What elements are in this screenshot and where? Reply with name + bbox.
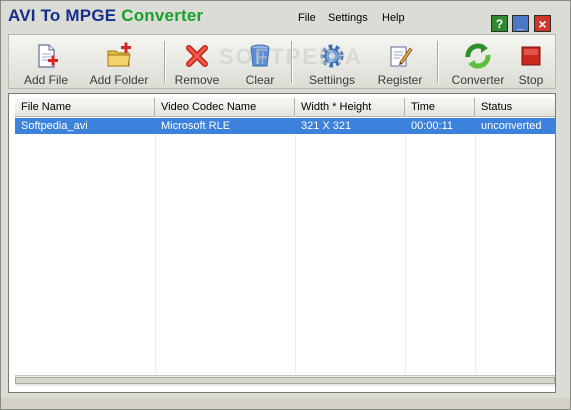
convert-icon (465, 43, 491, 69)
column-header-video-codec[interactable]: Video Codec Name (155, 98, 295, 116)
settings-label: Settiings (308, 73, 356, 87)
converter-button[interactable]: Converter (449, 35, 507, 88)
minimize-button[interactable]: _ (512, 15, 529, 32)
app-title-part1: AVI To MPGE (8, 6, 117, 25)
remove-icon (186, 45, 208, 67)
menu-file[interactable]: File (298, 12, 316, 24)
column-divider (405, 116, 406, 374)
add-file-icon (38, 44, 58, 68)
add-folder-label: Add Folder (89, 73, 149, 87)
stop-label: Stop (518, 73, 544, 87)
help-icon: ? (495, 16, 504, 31)
column-divider (475, 116, 476, 374)
column-divider (155, 116, 156, 374)
toolbar-separator (437, 41, 438, 83)
add-file-button[interactable]: Add File (21, 35, 71, 88)
add-file-label: Add File (23, 73, 69, 87)
register-label: Register (377, 73, 423, 87)
stop-button[interactable]: Stop (516, 35, 546, 88)
register-icon (390, 46, 413, 67)
toolbar-separator (164, 41, 165, 83)
column-divider (295, 116, 296, 374)
app-title: AVI To MPGE Converter (8, 6, 203, 26)
close-button[interactable]: × (534, 15, 551, 32)
cell-status: unconverted (481, 120, 542, 132)
register-button[interactable]: Register (374, 35, 426, 88)
stop-icon (521, 46, 541, 66)
horizontal-scrollbar[interactable] (15, 375, 555, 386)
table-row[interactable]: Softpedia_avi Microsoft RLE 321 X 321 00… (15, 118, 555, 134)
converter-label: Converter (451, 73, 505, 87)
file-list[interactable]: File Name Video Codec Name Width * Heigh… (8, 93, 556, 393)
add-folder-icon (107, 42, 131, 67)
close-icon: × (538, 15, 547, 32)
remove-button[interactable]: Remove (172, 35, 222, 88)
status-bar (1, 398, 570, 409)
cell-file-name: Softpedia_avi (21, 120, 88, 132)
watermark: SOFTPEDIA (219, 44, 363, 69)
scrollbar-thumb[interactable] (15, 377, 555, 384)
menu-help[interactable]: Help (382, 12, 405, 24)
column-header-status[interactable]: Status (475, 98, 555, 116)
add-folder-button[interactable]: Add Folder (84, 35, 154, 88)
cell-width-height: 321 X 321 (301, 120, 352, 132)
app-window: AVI To MPGE Converter File Settings Help… (0, 0, 571, 410)
clear-label: Clear (245, 73, 275, 87)
minimize-icon: _ (517, 16, 524, 31)
column-header-file-name[interactable]: File Name (15, 98, 155, 116)
help-button[interactable]: ? (491, 15, 508, 32)
title-bar: AVI To MPGE Converter File Settings Help… (1, 1, 570, 32)
column-header-width-height[interactable]: Width * Height (295, 98, 405, 116)
app-title-part2: Converter (121, 6, 204, 25)
cell-video-codec: Microsoft RLE (161, 120, 231, 132)
list-header: File Name Video Codec Name Width * Heigh… (15, 98, 555, 117)
menu-settings[interactable]: Settings (328, 12, 368, 24)
remove-label: Remove (174, 73, 220, 87)
cell-time: 00:00:11 (411, 120, 454, 132)
column-header-time[interactable]: Time (405, 98, 475, 116)
